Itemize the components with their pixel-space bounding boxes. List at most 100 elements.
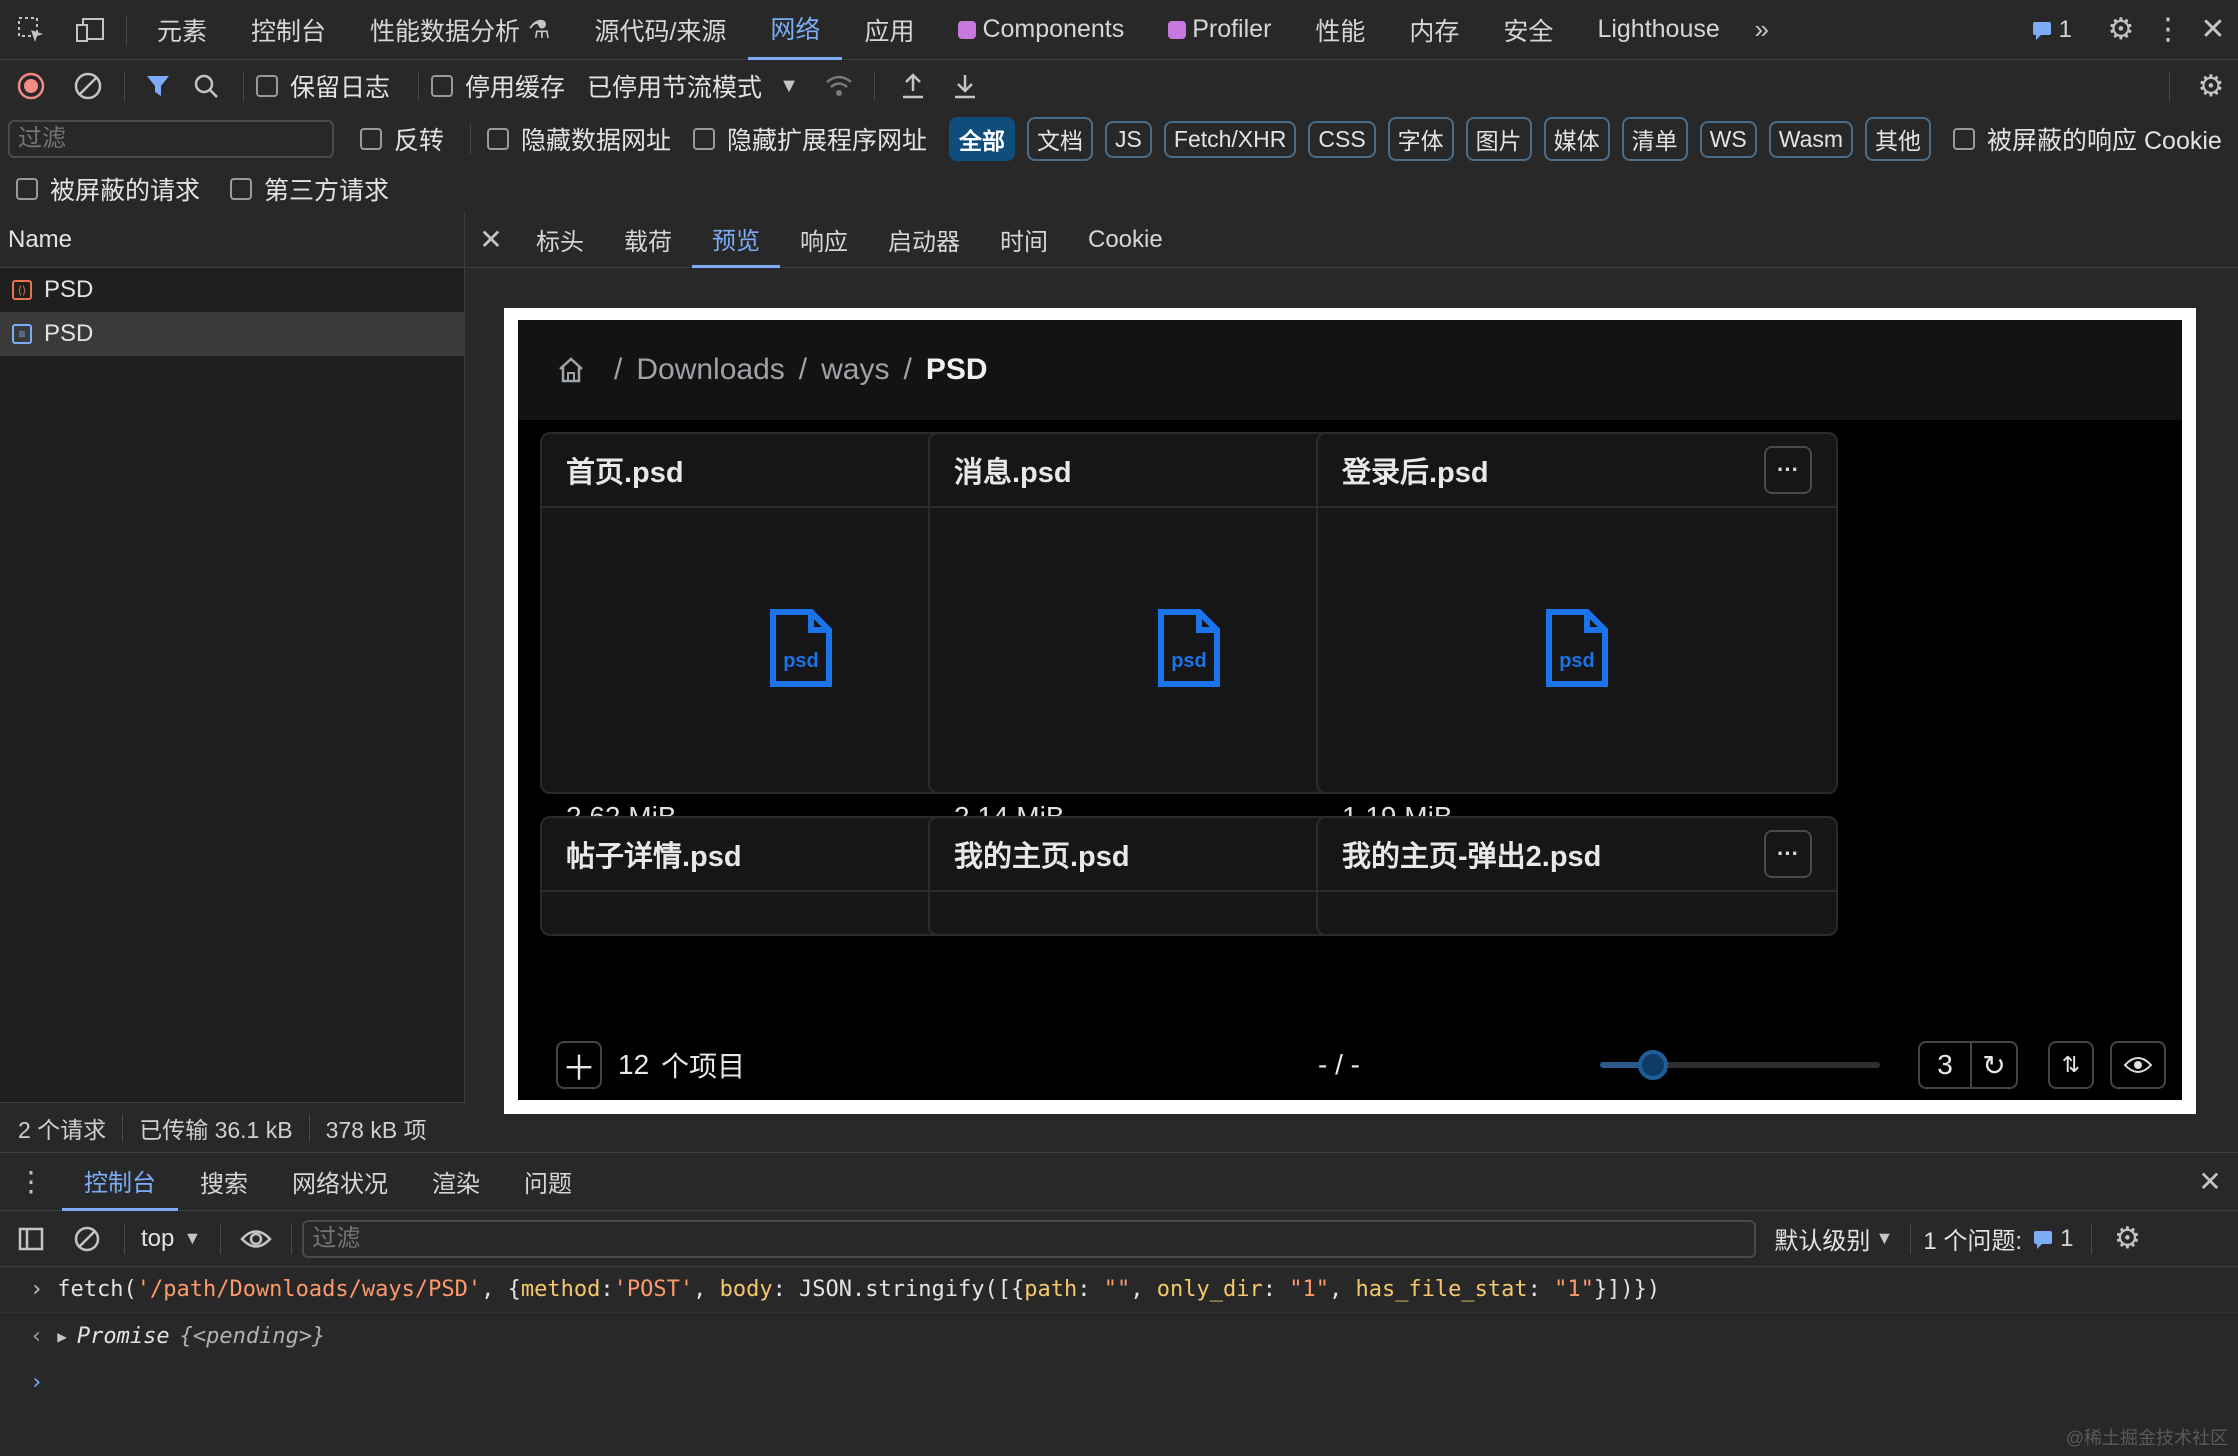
console-filter-input[interactable] xyxy=(302,1219,1757,1258)
main-tab-1[interactable]: 控制台 xyxy=(229,0,348,60)
home-icon[interactable] xyxy=(556,355,586,385)
console-result-line[interactable]: ‹ ▶ Promise {<pending>} xyxy=(0,1313,2238,1359)
preserve-log-checkbox[interactable] xyxy=(256,75,278,97)
invert-checkbox[interactable] xyxy=(360,128,382,150)
clear-icon[interactable] xyxy=(62,71,114,101)
type-filter-chip-3[interactable]: Fetch/XHR xyxy=(1163,120,1297,158)
type-filter-chip-1[interactable]: 文档 xyxy=(1027,117,1094,161)
third-party-checkbox[interactable] xyxy=(230,178,253,200)
type-filter-chip-0[interactable]: 全部 xyxy=(949,117,1016,161)
drawer-tab-1[interactable]: 搜索 xyxy=(178,1153,270,1211)
main-tab-6[interactable]: Components xyxy=(936,0,1146,60)
sidebar-toggle-icon[interactable] xyxy=(0,1225,62,1253)
blocked-cookies-checkbox[interactable] xyxy=(1953,128,1976,150)
detail-tab-5[interactable]: 时间 xyxy=(980,212,1068,268)
slider-knob[interactable] xyxy=(1637,1050,1668,1080)
drawer-menu-icon[interactable]: ⋮ xyxy=(0,1165,62,1198)
main-tab-5[interactable]: 应用 xyxy=(842,0,936,60)
close-drawer-icon[interactable]: ✕ xyxy=(2182,1165,2238,1198)
console-prompt[interactable]: › xyxy=(0,1359,2238,1405)
hide-extension-urls-checkbox[interactable] xyxy=(693,128,716,150)
type-filter-chip-4[interactable]: CSS xyxy=(1308,120,1376,158)
console-input-line[interactable]: › fetch('/path/Downloads/ways/PSD', {met… xyxy=(0,1267,2238,1313)
context-chevron-icon[interactable]: ▼ xyxy=(174,1228,210,1249)
request-row[interactable]: ⟨⟩ PSD xyxy=(0,268,464,312)
blocked-requests-checkbox[interactable] xyxy=(16,178,38,200)
detail-tab-2[interactable]: 预览 xyxy=(692,212,780,268)
file-thumbnail[interactable]: psd xyxy=(1318,508,1836,788)
add-button[interactable]: ＋ xyxy=(556,1041,602,1089)
network-conditions-icon[interactable] xyxy=(816,73,862,99)
main-tab-10[interactable]: 安全 xyxy=(1481,0,1575,60)
detail-tab-6[interactable]: Cookie xyxy=(1068,212,1183,268)
log-level-select[interactable]: 默认级别 xyxy=(1774,1221,1870,1256)
breadcrumb-item[interactable]: ways xyxy=(821,353,889,387)
main-tab-11[interactable]: Lighthouse xyxy=(1575,0,1741,60)
issues-count-badge[interactable]: 1 xyxy=(2032,1225,2073,1253)
type-filter-chip-2[interactable]: JS xyxy=(1105,120,1152,158)
columns-value[interactable]: 3 xyxy=(1918,1041,1972,1089)
refresh-icon[interactable]: ↻ xyxy=(1972,1041,2018,1089)
name-column-header[interactable]: Name xyxy=(0,212,464,268)
react-icon xyxy=(1168,20,1187,39)
type-filter-chip-6[interactable]: 图片 xyxy=(1465,117,1532,161)
level-chevron-icon[interactable]: ▼ xyxy=(1870,1228,1898,1249)
network-settings-gear-icon[interactable]: ⚙ xyxy=(2184,69,2238,104)
device-toolbar-icon[interactable] xyxy=(62,0,118,60)
more-actions-button[interactable]: ··· xyxy=(1764,446,1812,494)
filter-input[interactable] xyxy=(8,120,334,158)
main-tab-2[interactable]: 性能数据分析 ⚗ xyxy=(348,0,572,60)
disable-cache-checkbox[interactable] xyxy=(431,75,454,97)
more-tabs-chevron-icon[interactable]: » xyxy=(1742,14,1782,45)
more-actions-button[interactable]: ··· xyxy=(1764,830,1812,878)
record-stop-icon[interactable] xyxy=(0,60,62,112)
close-detail-icon[interactable]: ✕ xyxy=(466,223,516,256)
eye-icon[interactable] xyxy=(2110,1041,2166,1089)
request-row[interactable]: ≡ PSD xyxy=(0,312,464,356)
type-filter-chip-9[interactable]: WS xyxy=(1699,120,1757,158)
hide-data-urls-checkbox[interactable] xyxy=(487,128,510,150)
sort-icon[interactable]: ⇅ xyxy=(2048,1041,2094,1089)
chevron-down-icon[interactable]: ▼ xyxy=(762,75,816,98)
context-select[interactable]: top xyxy=(141,1225,174,1253)
drawer-tab-4[interactable]: 问题 xyxy=(502,1153,594,1211)
main-tab-7[interactable]: Profiler xyxy=(1146,0,1293,60)
more-options-icon[interactable]: ⋮ xyxy=(2148,12,2188,47)
drawer-tab-2[interactable]: 网络状况 xyxy=(270,1153,410,1211)
detail-tab-1[interactable]: 载荷 xyxy=(604,212,692,268)
search-icon[interactable] xyxy=(181,72,231,100)
issues-badge[interactable]: 1 xyxy=(2031,16,2072,44)
type-filter-chip-8[interactable]: 清单 xyxy=(1621,117,1688,161)
breadcrumb-item[interactable]: PSD xyxy=(926,353,988,387)
live-expression-eye-icon[interactable] xyxy=(231,1228,281,1250)
type-filter-chip-11[interactable]: 其他 xyxy=(1865,117,1932,161)
zoom-slider[interactable] xyxy=(1600,1050,1880,1080)
main-tab-9[interactable]: 内存 xyxy=(1387,0,1481,60)
settings-gear-icon[interactable]: ⚙ xyxy=(2094,12,2148,47)
main-tab-8[interactable]: 性能 xyxy=(1293,0,1387,60)
file-card[interactable]: 登录后.psd···psd1.19 MiB2023/8/23 16:35:49 xyxy=(1316,432,1838,890)
detail-tab-3[interactable]: 响应 xyxy=(780,212,868,268)
detail-tab-0[interactable]: 标头 xyxy=(516,212,604,268)
type-filter-chip-10[interactable]: Wasm xyxy=(1768,120,1854,158)
type-filter-chip-7[interactable]: 媒体 xyxy=(1543,117,1610,161)
file-card[interactable]: 我的主页-弹出2.psd ··· xyxy=(1316,816,1838,936)
export-har-icon[interactable] xyxy=(939,72,991,100)
breadcrumb-item[interactable]: Downloads xyxy=(636,353,784,387)
main-tab-3[interactable]: 源代码/来源 xyxy=(572,0,748,60)
main-tab-4[interactable]: 网络 xyxy=(748,0,843,60)
import-har-icon[interactable] xyxy=(887,72,939,100)
close-devtools-icon[interactable]: ✕ xyxy=(2188,12,2238,47)
expand-triangle-icon[interactable]: ▶ xyxy=(57,1327,67,1346)
filter-bar-row2: 被屏蔽的请求 第三方请求 xyxy=(0,166,2238,212)
inspect-element-icon[interactable] xyxy=(0,0,62,60)
drawer-tab-3[interactable]: 渲染 xyxy=(410,1153,502,1211)
main-tab-0[interactable]: 元素 xyxy=(135,0,229,60)
detail-tab-4[interactable]: 启动器 xyxy=(868,212,980,268)
clear-console-icon[interactable] xyxy=(62,1225,112,1253)
filter-funnel-icon[interactable] xyxy=(135,72,181,100)
console-settings-gear-icon[interactable]: ⚙ xyxy=(2106,1221,2148,1256)
type-filter-chip-5[interactable]: 字体 xyxy=(1387,117,1454,161)
throttle-select[interactable]: 已停用节流模式 xyxy=(587,68,762,104)
drawer-tab-0[interactable]: 控制台 xyxy=(62,1153,178,1211)
